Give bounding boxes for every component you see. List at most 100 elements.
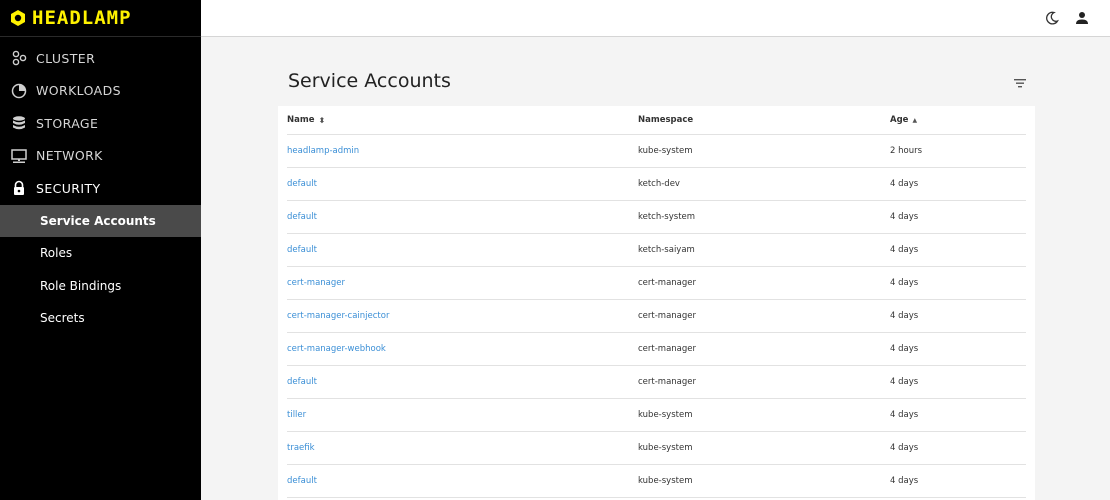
sidebar-subitem-label: Service Accounts — [40, 213, 156, 228]
namespace-value: kube-system — [638, 476, 693, 486]
service-account-link[interactable]: headlamp-admin — [287, 146, 359, 156]
service-account-link[interactable]: default — [287, 476, 317, 486]
sidebar-item-secrets[interactable]: Secrets — [0, 302, 201, 335]
age-value: 4 days — [890, 212, 919, 222]
service-account-link[interactable]: default — [287, 179, 317, 189]
user-icon[interactable] — [1073, 9, 1091, 27]
column-header-name[interactable]: Name ⬍ — [287, 115, 638, 125]
column-header-namespace[interactable]: Namespace — [638, 115, 890, 125]
sidebar-item-network[interactable]: NETWORK — [0, 140, 201, 173]
cell-name: tiller — [287, 410, 638, 420]
age-value: 4 days — [890, 278, 919, 288]
cell-age: 2 hours — [890, 146, 922, 156]
service-account-link[interactable]: cert-manager-webhook — [287, 344, 386, 354]
column-header-label: Age — [890, 115, 909, 125]
age-value: 2 hours — [890, 146, 923, 156]
table-row: default kube-system 4 days — [287, 465, 1026, 498]
age-value: 4 days — [890, 476, 919, 486]
table-row: headlamp-admin kube-system 2 hours — [287, 135, 1026, 168]
cell-age: 4 days — [890, 245, 918, 255]
filter-icon[interactable] — [1013, 74, 1029, 88]
sidebar-nav: CLUSTER WORKLOADS STORAGE NETWORK SECURI… — [0, 42, 201, 335]
cell-namespace: cert-manager — [638, 278, 890, 288]
top-app-bar — [201, 0, 1110, 37]
network-icon — [10, 147, 27, 164]
age-value: 4 days — [890, 179, 919, 189]
namespace-value: kube-system — [638, 410, 693, 420]
sidebar-item-security[interactable]: SECURITY — [0, 172, 201, 205]
table-row: default ketch-system 4 days — [287, 201, 1026, 234]
headlamp-logo-icon — [11, 10, 25, 26]
cell-name: default — [287, 212, 638, 222]
cell-name: cert-manager-cainjector — [287, 311, 638, 321]
sidebar-subitem-label: Role Bindings — [40, 278, 122, 293]
namespace-value: cert-manager — [638, 278, 697, 288]
table-header: Name ⬍ Namespace Age ▲ — [287, 106, 1026, 135]
table-row: cert-manager cert-manager 4 days — [287, 267, 1026, 300]
lock-icon — [10, 180, 27, 197]
cell-age: 4 days — [890, 311, 918, 321]
sidebar-item-cluster[interactable]: CLUSTER — [0, 42, 201, 75]
namespace-value: cert-manager — [638, 344, 697, 354]
theme-toggle-icon[interactable] — [1043, 9, 1061, 27]
table-body: headlamp-admin kube-system 2 hours default k… — [287, 135, 1026, 498]
service-accounts-table: Name ⬍ Namespace Age ▲ headlamp-admin kub… — [287, 106, 1026, 498]
service-account-link[interactable]: default — [287, 245, 317, 255]
service-account-link[interactable]: cert-manager — [287, 278, 345, 288]
service-account-link[interactable]: cert-manager-cainjector — [287, 311, 389, 321]
sidebar-item-roles[interactable]: Roles — [0, 237, 201, 270]
sidebar-item-role-bindings[interactable]: Role Bindings — [0, 270, 201, 303]
sidebar-item-label: WORKLOADS — [36, 83, 121, 99]
sort-ascending-icon: ▲ — [912, 116, 918, 124]
service-account-link[interactable]: default — [287, 377, 317, 387]
sidebar-item-workloads[interactable]: WORKLOADS — [0, 75, 201, 108]
cell-name: traefik — [287, 443, 638, 453]
namespace-value: kube-system — [638, 146, 693, 156]
cell-namespace: kube-system — [638, 476, 890, 486]
age-value: 4 days — [890, 410, 919, 420]
cell-namespace: ketch-system — [638, 212, 890, 222]
age-value: 4 days — [890, 311, 919, 321]
cell-age: 4 days — [890, 344, 918, 354]
namespace-value: ketch-saiyam — [638, 245, 695, 255]
column-header-label: Name — [287, 115, 315, 125]
namespace-value: ketch-dev — [638, 179, 680, 189]
sidebar-item-storage[interactable]: STORAGE — [0, 107, 201, 140]
column-header-age[interactable]: Age ▲ — [890, 115, 917, 125]
cell-namespace: kube-system — [638, 443, 890, 453]
service-account-link[interactable]: tiller — [287, 410, 306, 420]
cell-age: 4 days — [890, 179, 918, 189]
sidebar-item-service-accounts[interactable]: Service Accounts — [0, 204, 201, 237]
age-value: 4 days — [890, 344, 919, 354]
table-row: cert-manager-webhook cert-manager 4 days — [287, 333, 1026, 366]
logo[interactable]: HEADLAMP — [0, 0, 201, 37]
brand-name: HEADLAMP — [32, 7, 132, 29]
cell-age: 4 days — [890, 278, 918, 288]
cell-namespace: cert-manager — [638, 311, 890, 321]
cell-age: 4 days — [890, 476, 918, 486]
cell-namespace: cert-manager — [638, 344, 890, 354]
table-row: traefik kube-system 4 days — [287, 432, 1026, 465]
table-row: default ketch-saiyam 4 days — [287, 234, 1026, 267]
namespace-value: kube-system — [638, 443, 693, 453]
table-row: cert-manager-cainjector cert-manager 4 day… — [287, 300, 1026, 333]
sidebar-subitem-label: Secrets — [40, 311, 85, 326]
cell-name: default — [287, 476, 638, 486]
sidebar-item-label: NETWORK — [36, 148, 103, 164]
service-account-link[interactable]: default — [287, 212, 317, 222]
cell-name: headlamp-admin — [287, 146, 638, 156]
sidebar-item-label: STORAGE — [36, 115, 99, 131]
table-row: default cert-manager 4 days — [287, 366, 1026, 399]
sidebar-item-label: SECURITY — [36, 180, 101, 196]
cell-name: cert-manager-webhook — [287, 344, 638, 354]
page-title: Service Accounts — [288, 70, 451, 92]
cell-namespace: ketch-saiyam — [638, 245, 890, 255]
cell-age: 4 days — [890, 443, 918, 453]
service-account-link[interactable]: traefik — [287, 443, 315, 453]
age-value: 4 days — [890, 443, 919, 453]
storage-icon — [10, 115, 27, 132]
namespace-value: cert-manager — [638, 377, 697, 387]
table-row: tiller kube-system 4 days — [287, 399, 1026, 432]
service-accounts-card: Name ⬍ Namespace Age ▲ headlamp-admin kub… — [278, 106, 1035, 500]
cell-name: default — [287, 179, 638, 189]
